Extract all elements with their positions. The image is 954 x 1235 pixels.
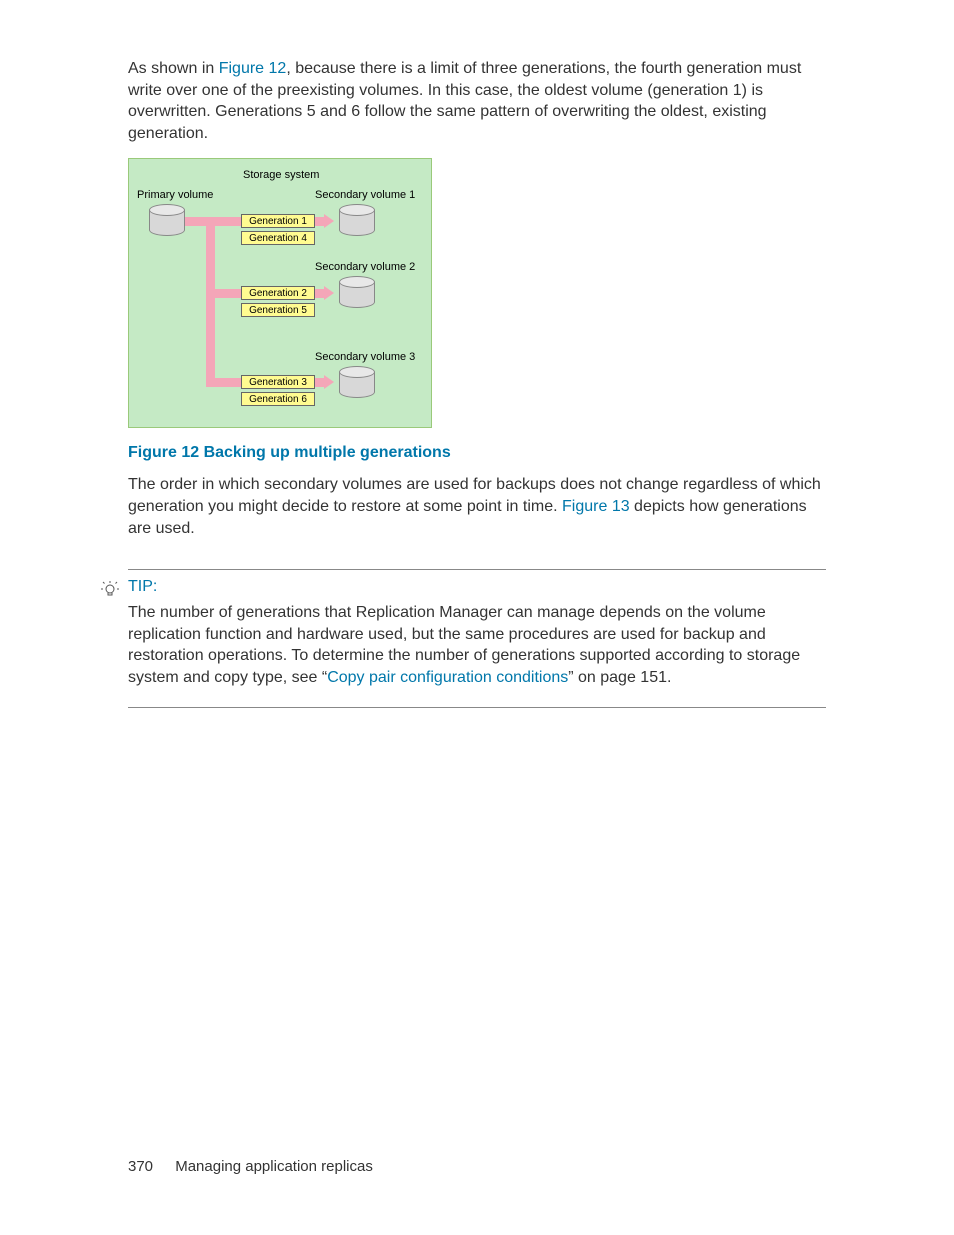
page: As shown in Figure 12, because there is …: [0, 0, 954, 1235]
post-figure-paragraph: The order in which secondary volumes are…: [128, 474, 826, 539]
figure-caption: Figure 12 Backing up multiple generation…: [128, 444, 826, 462]
tip-label: TIP:: [128, 578, 826, 596]
figure-12-link[interactable]: Figure 12: [219, 60, 287, 77]
gen1-box: Generation 1: [241, 214, 315, 228]
gen2-box: Generation 2: [241, 286, 315, 300]
diagram-wrap: Storage system Primary volume Generation…: [128, 158, 432, 428]
figure-13-link[interactable]: Figure 13: [562, 498, 630, 515]
intro-paragraph: As shown in Figure 12, because there is …: [128, 58, 826, 144]
gen6-box: Generation 6: [241, 392, 315, 406]
arrow-1: [324, 214, 334, 228]
section-title: Managing application replicas: [175, 1158, 373, 1175]
diagram-title: Storage system: [243, 169, 319, 181]
sv2-label: Secondary volume 2: [315, 261, 415, 273]
sv1-label: Secondary volume 1: [315, 189, 415, 201]
tip-block: TIP: The number of generations that Repl…: [128, 569, 826, 707]
intro-pre: As shown in: [128, 60, 219, 77]
tip-body: The number of generations that Replicati…: [128, 602, 826, 688]
copy-pair-link[interactable]: Copy pair configuration conditions: [327, 669, 568, 686]
lightbulb-icon: [100, 580, 120, 600]
page-number: 370: [128, 1158, 153, 1175]
pink-trunk: [206, 217, 215, 387]
tip-body-post: ” on page 151.: [568, 669, 671, 686]
arrow-3: [324, 375, 334, 389]
primary-label: Primary volume: [137, 189, 213, 201]
sv3-label: Secondary volume 3: [315, 351, 415, 363]
storage-diagram: Storage system Primary volume Generation…: [128, 158, 432, 428]
gen5-box: Generation 5: [241, 303, 315, 317]
gen3-box: Generation 3: [241, 375, 315, 389]
page-footer: 370 Managing application replicas: [128, 1158, 373, 1175]
gen4-box: Generation 4: [241, 231, 315, 245]
arrow-2: [324, 286, 334, 300]
